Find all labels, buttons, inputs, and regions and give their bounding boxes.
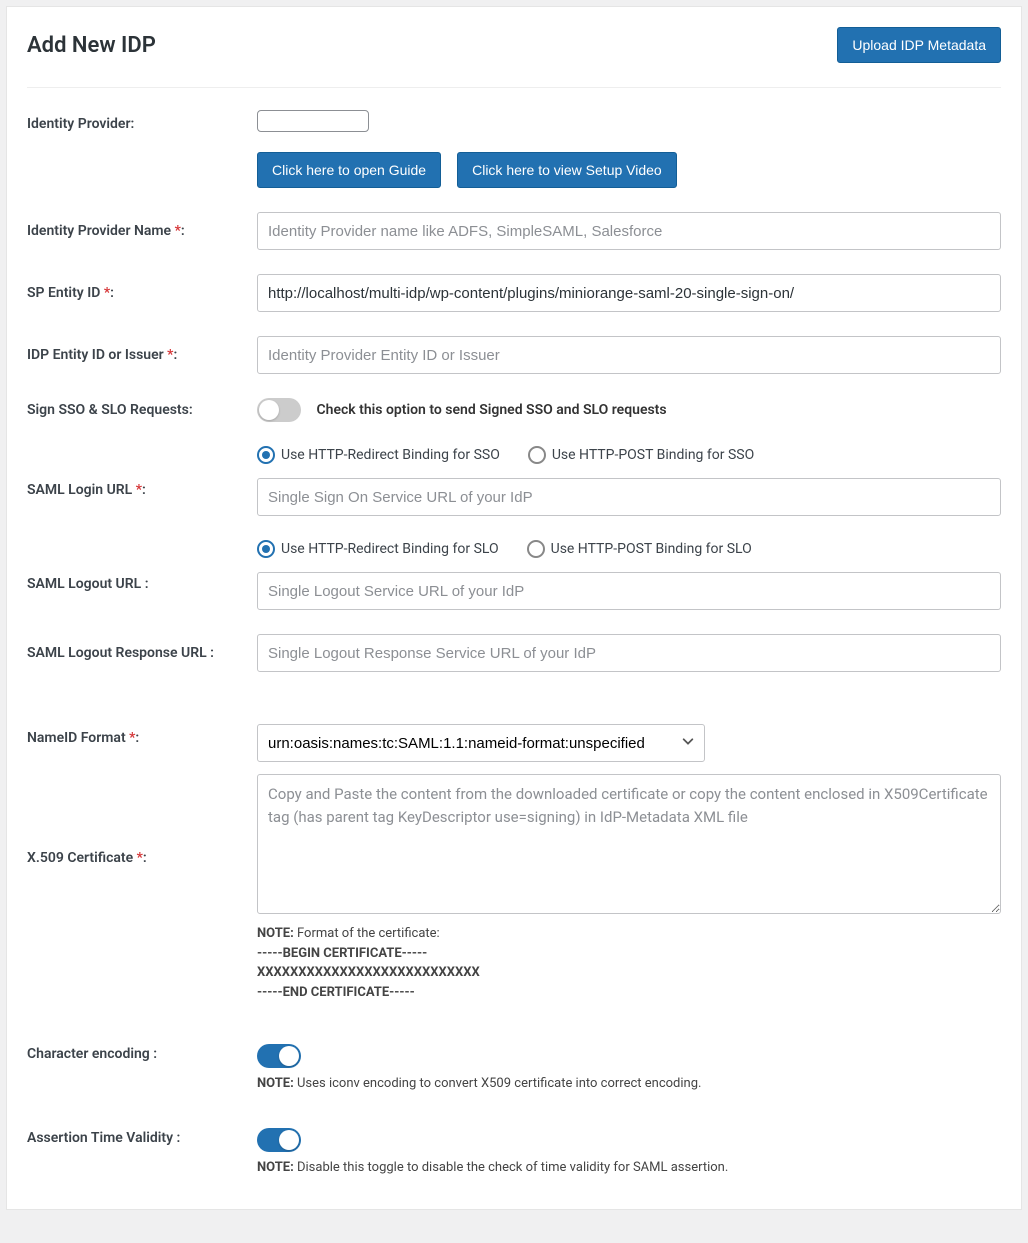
logout-response-input[interactable] xyxy=(257,634,1001,672)
label-char-encoding: Character encoding : xyxy=(27,1044,257,1062)
char-encoding-note: NOTE: Uses iconv encoding to convert X50… xyxy=(257,1074,1001,1094)
label-sign-requests: Sign SSO & SLO Requests: xyxy=(27,402,257,418)
radio-icon xyxy=(527,540,545,558)
row-cert: X.509 Certificate *: NOTE: Format of the… xyxy=(27,774,1001,1014)
label-logout-response: SAML Logout Response URL : xyxy=(27,645,257,661)
label-idp-entity: IDP Entity ID or Issuer *: xyxy=(27,347,257,363)
sso-post-radio[interactable]: Use HTTP-POST Binding for SSO xyxy=(528,446,754,464)
row-nameid: NameID Format *: urn:oasis:names:tc:SAML… xyxy=(27,684,1001,774)
radio-icon xyxy=(528,446,546,464)
label-assertion: Assertion Time Validity : xyxy=(27,1128,257,1146)
nameid-select[interactable]: urn:oasis:names:tc:SAML:1.1:nameid-forma… xyxy=(257,724,705,762)
header: Add New IDP Upload IDP Metadata xyxy=(27,27,1001,88)
row-sign-requests: Sign SSO & SLO Requests: Check this opti… xyxy=(27,386,1001,434)
idp-name-input[interactable] xyxy=(257,212,1001,250)
upload-metadata-button[interactable]: Upload IDP Metadata xyxy=(837,27,1001,63)
cert-textarea[interactable] xyxy=(257,774,1001,914)
login-url-input[interactable] xyxy=(257,478,1001,516)
page-title: Add New IDP xyxy=(27,33,156,58)
idp-entity-input[interactable] xyxy=(257,336,1001,374)
row-char-encoding: Character encoding : NOTE: Uses iconv en… xyxy=(27,1014,1001,1106)
row-assertion: Assertion Time Validity : NOTE: Disable … xyxy=(27,1106,1001,1190)
slo-post-radio[interactable]: Use HTTP-POST Binding for SLO xyxy=(527,540,752,558)
row-logout-response: SAML Logout Response URL : xyxy=(27,622,1001,684)
add-idp-card: Add New IDP Upload IDP Metadata Identity… xyxy=(6,6,1022,1210)
label-cert: X.509 Certificate *: xyxy=(27,774,257,866)
row-login-url: SAML Login URL *: Use HTTP-Redirect Bind… xyxy=(27,434,1001,528)
sp-entity-input[interactable] xyxy=(257,274,1001,312)
label-nameid: NameID Format *: xyxy=(27,724,257,746)
row-idp-entity: IDP Entity ID or Issuer *: xyxy=(27,324,1001,386)
label-login-url: SAML Login URL *: xyxy=(27,446,257,498)
slo-redirect-radio[interactable]: Use HTTP-Redirect Binding for SLO xyxy=(257,540,499,558)
view-setup-video-button[interactable]: Click here to view Setup Video xyxy=(457,152,677,188)
row-idp-name: Identity Provider Name *: xyxy=(27,200,1001,262)
radio-icon xyxy=(257,540,275,558)
identity-provider-input[interactable] xyxy=(257,110,369,132)
label-logout-url: SAML Logout URL : xyxy=(27,540,257,592)
radio-icon xyxy=(257,446,275,464)
sign-requests-toggle[interactable] xyxy=(257,398,301,422)
label-identity-provider: Identity Provider: xyxy=(27,110,257,132)
sso-redirect-radio[interactable]: Use HTTP-Redirect Binding for SSO xyxy=(257,446,500,464)
cert-note: NOTE: Format of the certificate: -----BE… xyxy=(257,924,1001,1002)
row-logout-url: SAML Logout URL : Use HTTP-Redirect Bind… xyxy=(27,528,1001,622)
logout-url-input[interactable] xyxy=(257,572,1001,610)
char-encoding-toggle[interactable] xyxy=(257,1044,301,1068)
row-identity-provider: Identity Provider: Click here to open Gu… xyxy=(27,98,1001,200)
sign-requests-text: Check this option to send Signed SSO and… xyxy=(316,402,666,418)
open-guide-button[interactable]: Click here to open Guide xyxy=(257,152,441,188)
label-sp-entity: SP Entity ID *: xyxy=(27,285,257,301)
assertion-note: NOTE: Disable this toggle to disable the… xyxy=(257,1158,1001,1178)
label-idp-name: Identity Provider Name *: xyxy=(27,223,257,239)
row-sp-entity: SP Entity ID *: xyxy=(27,262,1001,324)
assertion-toggle[interactable] xyxy=(257,1128,301,1152)
